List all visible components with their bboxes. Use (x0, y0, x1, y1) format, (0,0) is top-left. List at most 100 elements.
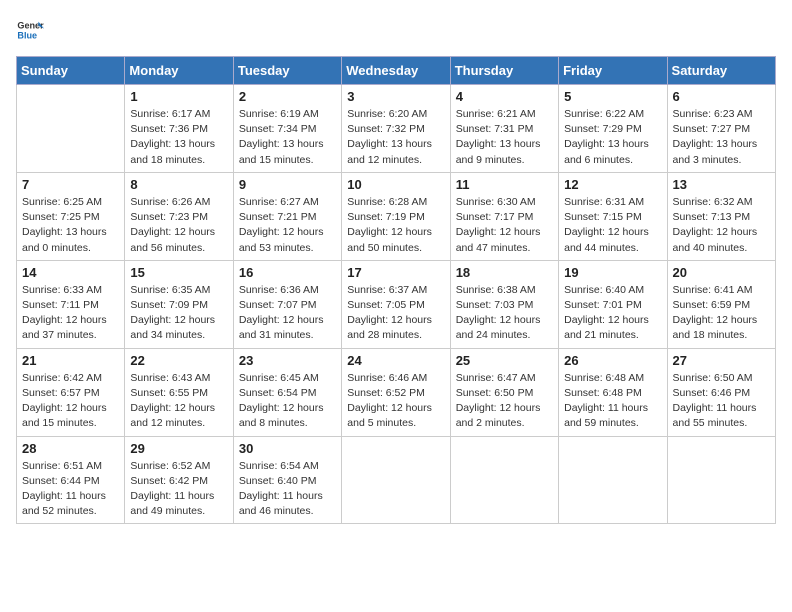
day-number: 22 (130, 353, 227, 368)
calendar-week-3: 21Sunrise: 6:42 AMSunset: 6:57 PMDayligh… (17, 348, 776, 436)
day-info: Sunrise: 6:22 AMSunset: 7:29 PMDaylight:… (564, 107, 661, 168)
calendar-cell: 13 Sunrise: 6:32 AMSunset: 7:13 PMDayligh… (667, 172, 775, 260)
calendar-cell: 8 Sunrise: 6:26 AMSunset: 7:23 PMDaylight… (125, 172, 233, 260)
logo: General Blue (16, 16, 48, 44)
calendar-cell: 28Sunrise: 6:51 AMSunset: 6:44 PMDayligh… (17, 436, 125, 524)
day-info: Sunrise: 6:43 AMSunset: 6:55 PMDaylight:… (130, 371, 227, 432)
day-info: Sunrise: 6:47 AMSunset: 6:50 PMDaylight:… (456, 371, 553, 432)
calendar-cell: 11 Sunrise: 6:30 AMSunset: 7:17 PMDayligh… (450, 172, 558, 260)
calendar-cell: 26 Sunrise: 6:48 AMSunset: 6:48 PMDayligh… (559, 348, 667, 436)
day-info: Sunrise: 6:45 AMSunset: 6:54 PMDaylight:… (239, 371, 336, 432)
calendar-cell (667, 436, 775, 524)
day-number: 23 (239, 353, 336, 368)
day-info: Sunrise: 6:36 AMSunset: 7:07 PMDaylight:… (239, 283, 336, 344)
day-number: 14 (22, 265, 119, 280)
calendar-cell (450, 436, 558, 524)
calendar-cell: 1 Sunrise: 6:17 AMSunset: 7:36 PMDaylight… (125, 85, 233, 173)
calendar-cell: 20Sunrise: 6:41 AMSunset: 6:59 PMDayligh… (667, 260, 775, 348)
calendar-cell: 30 Sunrise: 6:54 AMSunset: 6:40 PMDayligh… (233, 436, 341, 524)
calendar-cell: 15 Sunrise: 6:35 AMSunset: 7:09 PMDayligh… (125, 260, 233, 348)
day-number: 3 (347, 89, 444, 104)
day-number: 11 (456, 177, 553, 192)
day-info: Sunrise: 6:28 AMSunset: 7:19 PMDaylight:… (347, 195, 444, 256)
day-number: 15 (130, 265, 227, 280)
calendar-cell: 7 Sunrise: 6:25 AMSunset: 7:25 PMDaylight… (17, 172, 125, 260)
day-info: Sunrise: 6:35 AMSunset: 7:09 PMDaylight:… (130, 283, 227, 344)
day-number: 29 (130, 441, 227, 456)
day-info: Sunrise: 6:37 AMSunset: 7:05 PMDaylight:… (347, 283, 444, 344)
calendar-cell (559, 436, 667, 524)
weekday-header-friday: Friday (559, 57, 667, 85)
calendar-cell: 19 Sunrise: 6:40 AMSunset: 7:01 PMDayligh… (559, 260, 667, 348)
day-number: 30 (239, 441, 336, 456)
weekday-header-saturday: Saturday (667, 57, 775, 85)
calendar-cell: 27 Sunrise: 6:50 AMSunset: 6:46 PMDayligh… (667, 348, 775, 436)
logo-icon: General Blue (16, 16, 44, 44)
calendar-table: SundayMondayTuesdayWednesdayThursdayFrid… (16, 56, 776, 524)
calendar-cell: 16 Sunrise: 6:36 AMSunset: 7:07 PMDayligh… (233, 260, 341, 348)
calendar-cell: 23 Sunrise: 6:45 AMSunset: 6:54 PMDayligh… (233, 348, 341, 436)
calendar-cell: 21Sunrise: 6:42 AMSunset: 6:57 PMDayligh… (17, 348, 125, 436)
weekday-header-monday: Monday (125, 57, 233, 85)
day-number: 4 (456, 89, 553, 104)
calendar-cell: 2Sunrise: 6:19 AMSunset: 7:34 PMDaylight… (233, 85, 341, 173)
day-info: Sunrise: 6:25 AMSunset: 7:25 PMDaylight:… (22, 195, 119, 256)
calendar-week-1: 7 Sunrise: 6:25 AMSunset: 7:25 PMDaylight… (17, 172, 776, 260)
day-info: Sunrise: 6:21 AMSunset: 7:31 PMDaylight:… (456, 107, 553, 168)
day-info: Sunrise: 6:17 AMSunset: 7:36 PMDaylight:… (130, 107, 227, 168)
day-info: Sunrise: 6:30 AMSunset: 7:17 PMDaylight:… (456, 195, 553, 256)
day-number: 1 (130, 89, 227, 104)
calendar-cell: 6 Sunrise: 6:23 AMSunset: 7:27 PMDaylight… (667, 85, 775, 173)
day-info: Sunrise: 6:31 AMSunset: 7:15 PMDaylight:… (564, 195, 661, 256)
day-number: 2 (239, 89, 336, 104)
day-number: 26 (564, 353, 661, 368)
day-info: Sunrise: 6:48 AMSunset: 6:48 PMDaylight:… (564, 371, 661, 432)
day-info: Sunrise: 6:41 AMSunset: 6:59 PMDaylight:… (673, 283, 770, 344)
day-info: Sunrise: 6:23 AMSunset: 7:27 PMDaylight:… (673, 107, 770, 168)
page-header: General Blue (16, 16, 776, 44)
day-info: Sunrise: 6:46 AMSunset: 6:52 PMDaylight:… (347, 371, 444, 432)
weekday-header-wednesday: Wednesday (342, 57, 450, 85)
day-number: 10 (347, 177, 444, 192)
day-number: 25 (456, 353, 553, 368)
day-info: Sunrise: 6:54 AMSunset: 6:40 PMDaylight:… (239, 459, 336, 520)
day-info: Sunrise: 6:40 AMSunset: 7:01 PMDaylight:… (564, 283, 661, 344)
day-number: 6 (673, 89, 770, 104)
calendar-body: 1 Sunrise: 6:17 AMSunset: 7:36 PMDaylight… (17, 85, 776, 524)
day-number: 19 (564, 265, 661, 280)
calendar-cell: 14 Sunrise: 6:33 AMSunset: 7:11 PMDayligh… (17, 260, 125, 348)
calendar-week-0: 1 Sunrise: 6:17 AMSunset: 7:36 PMDaylight… (17, 85, 776, 173)
day-number: 16 (239, 265, 336, 280)
calendar-cell (342, 436, 450, 524)
calendar-cell: 10 Sunrise: 6:28 AMSunset: 7:19 PMDayligh… (342, 172, 450, 260)
calendar-cell (17, 85, 125, 173)
day-number: 9 (239, 177, 336, 192)
calendar-cell: 17 Sunrise: 6:37 AMSunset: 7:05 PMDayligh… (342, 260, 450, 348)
calendar-week-4: 28Sunrise: 6:51 AMSunset: 6:44 PMDayligh… (17, 436, 776, 524)
day-info: Sunrise: 6:32 AMSunset: 7:13 PMDaylight:… (673, 195, 770, 256)
day-info: Sunrise: 6:27 AMSunset: 7:21 PMDaylight:… (239, 195, 336, 256)
weekday-header-row: SundayMondayTuesdayWednesdayThursdayFrid… (17, 57, 776, 85)
day-number: 18 (456, 265, 553, 280)
day-number: 21 (22, 353, 119, 368)
calendar-cell: 5Sunrise: 6:22 AMSunset: 7:29 PMDaylight… (559, 85, 667, 173)
day-info: Sunrise: 6:26 AMSunset: 7:23 PMDaylight:… (130, 195, 227, 256)
calendar-cell: 24Sunrise: 6:46 AMSunset: 6:52 PMDayligh… (342, 348, 450, 436)
calendar-week-2: 14 Sunrise: 6:33 AMSunset: 7:11 PMDayligh… (17, 260, 776, 348)
day-number: 27 (673, 353, 770, 368)
day-number: 28 (22, 441, 119, 456)
svg-text:Blue: Blue (17, 30, 37, 40)
calendar-cell: 22 Sunrise: 6:43 AMSunset: 6:55 PMDayligh… (125, 348, 233, 436)
calendar-cell: 25 Sunrise: 6:47 AMSunset: 6:50 PMDayligh… (450, 348, 558, 436)
day-info: Sunrise: 6:33 AMSunset: 7:11 PMDaylight:… (22, 283, 119, 344)
day-number: 8 (130, 177, 227, 192)
calendar-cell: 9 Sunrise: 6:27 AMSunset: 7:21 PMDaylight… (233, 172, 341, 260)
calendar-cell: 18Sunrise: 6:38 AMSunset: 7:03 PMDayligh… (450, 260, 558, 348)
calendar-header: SundayMondayTuesdayWednesdayThursdayFrid… (17, 57, 776, 85)
day-number: 13 (673, 177, 770, 192)
day-info: Sunrise: 6:50 AMSunset: 6:46 PMDaylight:… (673, 371, 770, 432)
day-number: 7 (22, 177, 119, 192)
weekday-header-thursday: Thursday (450, 57, 558, 85)
weekday-header-tuesday: Tuesday (233, 57, 341, 85)
day-number: 17 (347, 265, 444, 280)
